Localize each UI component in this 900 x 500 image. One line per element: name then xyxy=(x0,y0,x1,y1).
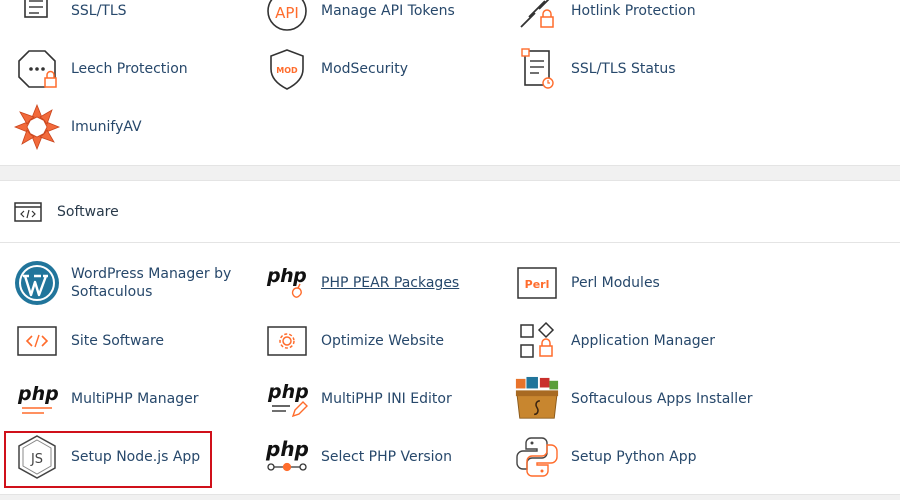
php-pear-packages-label: PHP PEAR Packages xyxy=(321,275,460,291)
perl-modules-label: Perl Modules xyxy=(571,275,660,291)
multiphp-manager-label: MultiPHP Manager xyxy=(71,391,199,407)
leech-icon xyxy=(14,46,60,92)
optimize-icon xyxy=(264,318,310,364)
software-header[interactable]: Software xyxy=(0,181,900,243)
security-section: SSL/TLS API Manage API Tokens Hotlink Pr… xyxy=(0,0,900,165)
optimize-website-link[interactable]: Optimize Website xyxy=(264,317,444,365)
hotlink-protection-link[interactable]: Hotlink Protection xyxy=(514,0,696,35)
bottom-divider xyxy=(0,494,900,500)
manage-api-tokens-label: Manage API Tokens xyxy=(321,3,455,19)
setup-python-app-link[interactable]: Setup Python App xyxy=(514,433,697,481)
hotlink-protection-label: Hotlink Protection xyxy=(571,3,696,19)
section-divider xyxy=(0,165,900,181)
setup-python-app-label: Setup Python App xyxy=(571,449,697,465)
svg-text:Perl: Perl xyxy=(525,278,550,291)
softaculous-apps-installer-label: Softaculous Apps Installer xyxy=(571,391,753,407)
imunifyav-link[interactable]: ImunifyAV xyxy=(14,103,142,151)
leech-protection-link[interactable]: Leech Protection xyxy=(14,45,188,93)
manage-api-tokens-link[interactable]: API Manage API Tokens xyxy=(264,0,455,35)
php-pear-icon: php xyxy=(264,260,310,306)
svg-text:php: php xyxy=(266,265,306,287)
optimize-website-label: Optimize Website xyxy=(321,333,445,349)
ssl-tls-label: SSL/TLS xyxy=(71,3,127,19)
ssl-tls-icon xyxy=(14,0,60,34)
softaculous-icon xyxy=(514,376,560,422)
php-version-icon: php xyxy=(264,434,310,480)
svg-text:API: API xyxy=(275,4,299,22)
python-icon xyxy=(514,434,560,480)
ssl-tls-status-link[interactable]: SSL/TLS Status xyxy=(514,45,676,93)
multiphp-ini-editor-link[interactable]: php MultiPHP INI Editor xyxy=(264,375,452,423)
wordpress-manager-link[interactable]: WordPress Manager by Softaculous xyxy=(14,259,241,307)
leech-protection-label: Leech Protection xyxy=(71,61,188,77)
svg-text:MOD: MOD xyxy=(276,66,298,75)
multiphp-manager-link[interactable]: php MultiPHP Manager xyxy=(14,375,198,423)
imunifyav-label: ImunifyAV xyxy=(71,119,142,135)
ssl-tls-link[interactable]: SSL/TLS xyxy=(14,0,127,35)
perl-icon: Perl xyxy=(514,260,560,306)
modsecurity-icon: MOD xyxy=(264,46,310,92)
software-title: Software xyxy=(57,204,119,220)
modsecurity-label: ModSecurity xyxy=(321,61,409,77)
php-pear-packages-link[interactable]: php PHP PEAR Packages xyxy=(264,259,459,307)
setup-nodejs-app-label: Setup Node.js App xyxy=(71,449,201,465)
hotlink-icon xyxy=(514,0,560,34)
multiphp-ini-editor-label: MultiPHP INI Editor xyxy=(321,391,452,407)
app-manager-icon xyxy=(514,318,560,364)
svg-text:JS: JS xyxy=(30,452,43,467)
site-software-link[interactable]: Site Software xyxy=(14,317,164,365)
nodejs-icon: JS xyxy=(14,434,60,480)
softaculous-apps-installer-link[interactable]: Softaculous Apps Installer xyxy=(514,375,752,423)
select-php-version-label: Select PHP Version xyxy=(321,449,452,465)
multiphp-icon: php xyxy=(14,376,60,422)
wordpress-manager-label: WordPress Manager by Softaculous xyxy=(71,266,232,300)
code-icon xyxy=(14,318,60,364)
ssl-status-icon xyxy=(514,46,560,92)
select-php-version-link[interactable]: php Select PHP Version xyxy=(264,433,452,481)
api-icon: API xyxy=(264,0,310,34)
ssl-tls-status-label: SSL/TLS Status xyxy=(571,61,676,77)
svg-text:php: php xyxy=(267,381,309,403)
application-manager-label: Application Manager xyxy=(571,333,716,349)
modsecurity-link[interactable]: MOD ModSecurity xyxy=(264,45,408,93)
code-window-icon xyxy=(14,202,42,222)
perl-modules-link[interactable]: Perl Perl Modules xyxy=(514,259,660,307)
svg-text:php: php xyxy=(17,383,59,405)
application-manager-link[interactable]: Application Manager xyxy=(514,317,715,365)
software-section: Software WordPress Manager by Softaculou… xyxy=(0,181,900,494)
multiphp-ini-icon: php xyxy=(264,376,310,422)
site-software-label: Site Software xyxy=(71,333,165,349)
wordpress-icon xyxy=(14,260,60,306)
imunifyav-icon xyxy=(14,104,60,150)
setup-nodejs-app-link[interactable]: JS Setup Node.js App xyxy=(14,433,200,481)
svg-text:php: php xyxy=(265,437,309,461)
